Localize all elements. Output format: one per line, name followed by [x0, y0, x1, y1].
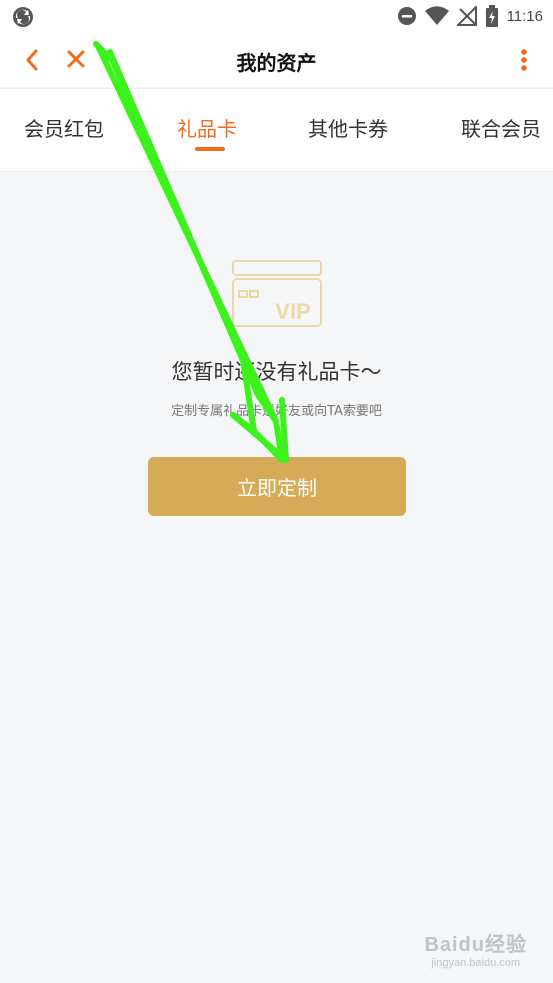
- customize-now-button[interactable]: 立即定制: [148, 457, 406, 516]
- watermark-brand: Baidu经验: [424, 934, 527, 956]
- no-signal-icon: [456, 6, 477, 26]
- wifi-icon: [424, 6, 449, 26]
- empty-state-subtitle: 定制专属礼品卡送好友或向TA索要吧: [171, 404, 382, 419]
- sync-icon: [13, 7, 33, 27]
- tab-other-coupons[interactable]: 其他卡券: [308, 113, 388, 142]
- vip-card-text: VIP: [275, 299, 310, 324]
- tab-gift-card[interactable]: 礼品卡: [177, 113, 237, 142]
- status-bar: 11:16: [0, 0, 553, 33]
- active-tab-indicator: [195, 147, 225, 151]
- page-title: 我的资产: [236, 51, 317, 75]
- empty-state-title: 您暂时还没有礼品卡～: [171, 360, 382, 384]
- status-time: 11:16: [506, 7, 543, 25]
- do-not-disturb-icon: [397, 7, 416, 25]
- tab-joint-membership[interactable]: 联合会员: [461, 113, 541, 142]
- baidu-jingyan-watermark: Baidu经验 jingyan.baidu.com: [424, 928, 527, 969]
- vip-card-icon: VIP: [232, 260, 322, 327]
- battery-charging-icon: [485, 5, 498, 27]
- more-vertical-icon[interactable]: [519, 47, 529, 73]
- asset-tabs: 会员红包 礼品卡 其他卡券 联合会员: [0, 88, 553, 172]
- app-header: 我的资产: [0, 33, 553, 87]
- tab-member-red-packet[interactable]: 会员红包: [24, 113, 104, 142]
- watermark-url: jingyan.baidu.com: [431, 957, 521, 969]
- status-icons: 11:16: [397, 5, 543, 27]
